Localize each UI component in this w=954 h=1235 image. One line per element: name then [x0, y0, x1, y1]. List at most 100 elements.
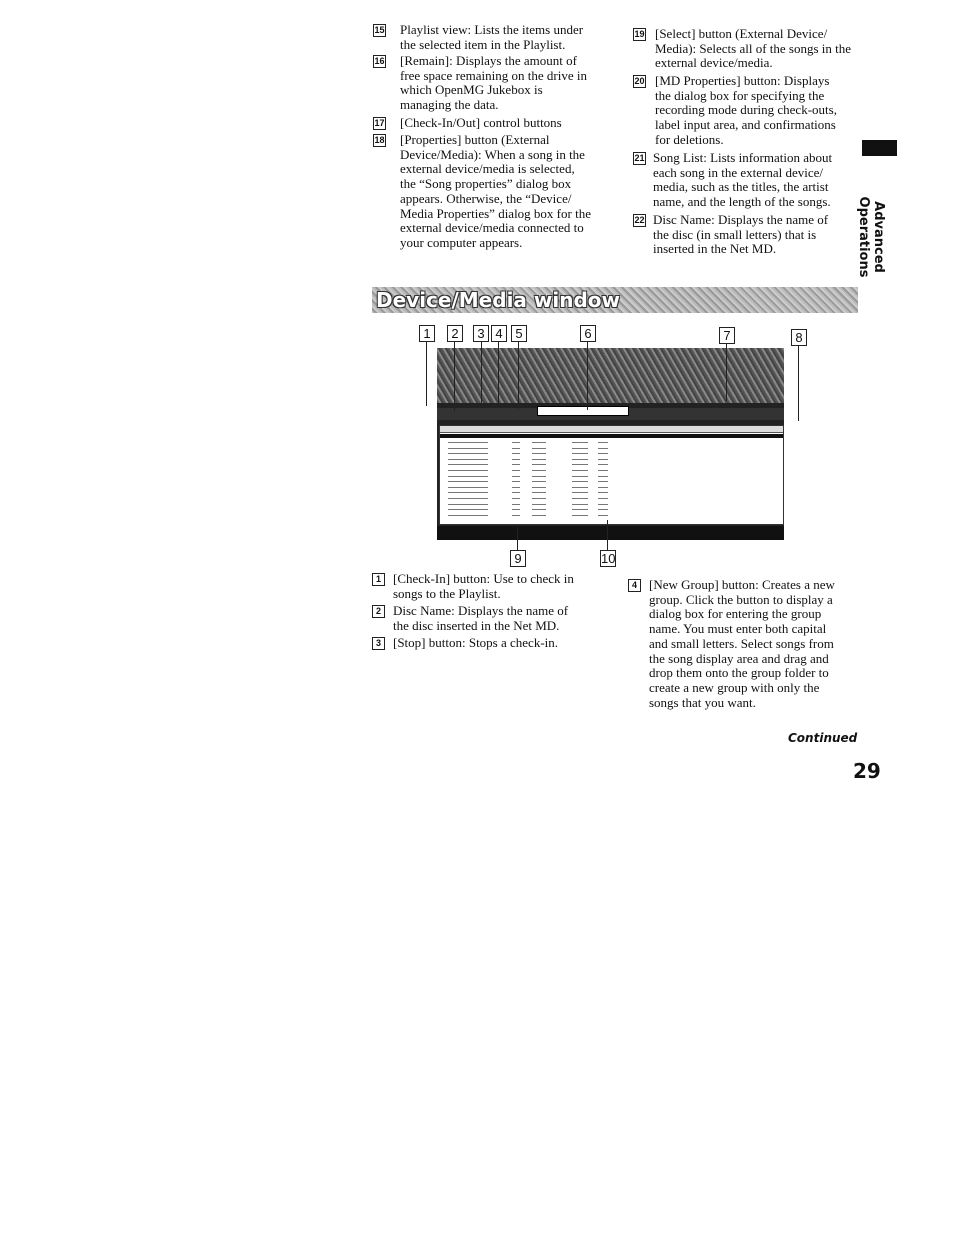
song-row-line: [572, 481, 588, 483]
leader-line: [518, 341, 519, 409]
callout-8: 8: [791, 329, 807, 346]
song-row-line: [532, 442, 546, 443]
window-toolbar: [437, 348, 784, 403]
song-row-line: [448, 514, 488, 516]
item-number: 17: [373, 117, 386, 130]
item-17: 17 [Check-In/Out] control buttons: [373, 115, 633, 131]
song-row-line: [512, 464, 520, 466]
leader-line: [587, 341, 588, 410]
side-tab-label: Advanced Operations: [856, 196, 886, 278]
item-text: Song List: Lists information about each …: [653, 150, 833, 210]
song-row-line: [512, 475, 520, 477]
song-row-line: [532, 453, 546, 455]
song-row-line: [448, 453, 488, 455]
song-row-line: [598, 498, 608, 499]
song-row-line: [448, 442, 488, 443]
item-number: 21: [633, 152, 646, 165]
callout-10: 10: [600, 550, 616, 567]
song-row-line: [598, 442, 608, 443]
item-text: Playlist view: Lists the items under the…: [400, 22, 584, 52]
song-row-line: [572, 470, 588, 471]
song-row-line: [532, 447, 546, 449]
item-text: [Select] button (External Device/ Media)…: [655, 26, 852, 71]
item-16: 16 [Remain]: Displays the amount of free …: [373, 53, 633, 113]
song-row-line: [512, 486, 520, 488]
leader-line: [481, 341, 482, 403]
song-row-line: [598, 486, 608, 488]
item-text: [MD Properties] button: Displays the dia…: [655, 73, 837, 147]
song-row-line: [572, 498, 588, 499]
song-row-line: [572, 447, 588, 449]
callout-5: 5: [511, 325, 527, 342]
song-row-line: [512, 509, 520, 511]
song-row-line: [512, 442, 520, 443]
song-row-line: [598, 458, 608, 460]
callout-9: 9: [510, 550, 526, 567]
song-row-line: [532, 486, 546, 488]
item-text: [Remain]: Displays the amount of free sp…: [400, 53, 587, 113]
song-row-line: [532, 475, 546, 477]
song-row-line: [532, 481, 546, 483]
song-row-line: [532, 458, 546, 460]
song-row-line: [532, 464, 546, 466]
leader-line: [498, 341, 499, 403]
leader-line: [726, 343, 727, 401]
song-row-line: [532, 470, 546, 471]
song-row-line: [598, 503, 608, 505]
song-row-line: [448, 509, 488, 511]
leader-line: [426, 341, 427, 406]
item-text: Disc Name: Displays the name of the disc…: [393, 603, 569, 633]
song-row-line: [572, 492, 588, 494]
window-status-bar: [437, 526, 784, 540]
song-row-line: [572, 453, 588, 455]
song-row-line: [512, 498, 520, 499]
song-row-line: [512, 492, 520, 494]
item-2: 2 Disc Name: Displays the name of the dis…: [372, 603, 622, 633]
song-row-line: [572, 503, 588, 505]
item-number: 22: [633, 214, 646, 227]
song-list: [439, 425, 784, 525]
song-row-line: [598, 492, 608, 494]
song-row-line: [448, 464, 488, 466]
song-row-line: [448, 498, 488, 499]
song-row-line: [598, 453, 608, 455]
item-number: 18: [373, 134, 386, 147]
song-row-line: [572, 509, 588, 511]
song-row-line: [448, 458, 488, 460]
item-number: 15: [373, 24, 386, 37]
callout-1: 1: [419, 325, 435, 342]
song-row-line: [448, 470, 488, 471]
section-banner: Device/Media window: [372, 287, 858, 313]
song-row-line: [572, 442, 588, 443]
song-list-selected-row: [440, 434, 783, 438]
song-row-line: [532, 503, 546, 505]
callout-2: 2: [447, 325, 463, 342]
callout-3: 3: [473, 325, 489, 342]
item-15: 15 Playlist view: Lists the items under t…: [373, 22, 633, 52]
song-row-line: [448, 503, 488, 505]
song-row-line: [598, 447, 608, 449]
item-22: 22 Disc Name: Displays the name of the di…: [633, 212, 873, 257]
item-19: 19 [Select] button (External Device/ Medi…: [633, 26, 873, 71]
song-row-line: [512, 453, 520, 455]
song-row-line: [572, 486, 588, 488]
song-row-line: [598, 509, 608, 511]
item-3: 3 [Stop] button: Stops a check-in.: [372, 635, 622, 651]
song-row-line: [572, 475, 588, 477]
continued-label: Continued: [788, 731, 858, 745]
song-row-line: [598, 464, 608, 466]
item-18: 18 [Properties] button (External Device/M…: [373, 132, 633, 251]
song-row-line: [572, 464, 588, 466]
song-row-line: [448, 481, 488, 483]
song-row-line: [512, 514, 520, 516]
manual-page: 15 Playlist view: Lists the items under t…: [0, 0, 954, 1235]
song-row-line: [572, 458, 588, 460]
song-row-line: [448, 475, 488, 477]
song-row-line: [598, 514, 608, 516]
song-row-line: [512, 458, 520, 460]
song-row-line: [512, 481, 520, 483]
leader-line: [454, 341, 455, 411]
song-row-line: [512, 447, 520, 449]
item-number: 19: [633, 28, 646, 41]
item-1: 1 [Check-In] button: Use to check in song…: [372, 571, 622, 601]
